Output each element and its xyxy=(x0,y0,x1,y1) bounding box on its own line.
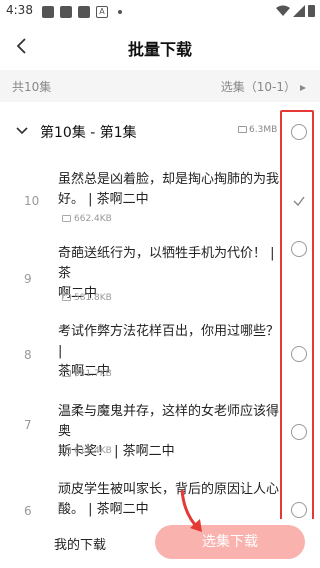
folder-icon xyxy=(62,370,71,377)
folder-icon xyxy=(62,215,71,222)
notification-icon xyxy=(42,6,54,18)
list-item[interactable]: 7 温柔与魔鬼并存，这样的女老师应该得奥 斯卡奖！ | 茶啊二中 612.4KB xyxy=(0,396,320,474)
episode-title-line: 顽皮学生被叫家长，背后的原因让人心 xyxy=(58,482,280,497)
chevron-down-icon[interactable] xyxy=(14,122,30,138)
header: 批量下载 xyxy=(0,24,320,68)
list-item[interactable]: 6 顽皮学生被叫家长，背后的原因让人心 酸。 | 茶啊二中 xyxy=(0,474,320,519)
list-item[interactable]: 9 奇葩送纸行为，以牺牲手机为代价！ | 茶 啊二中 581.8KB xyxy=(0,240,320,318)
battery-icon xyxy=(308,5,315,17)
app-a-icon: A xyxy=(96,6,108,18)
folder-icon xyxy=(238,126,247,133)
episode-size: 612.4KB xyxy=(62,446,112,456)
episode-size: 641.7KB xyxy=(62,369,112,379)
episode-number: 8 xyxy=(24,348,32,362)
episode-title-line: 温柔与魔鬼并存，这样的女老师应该得奥 xyxy=(58,404,280,439)
list-item[interactable]: 8 考试作弊方法花样百出，你用过哪些？ | 茶啊二中 641.7KB xyxy=(0,318,320,396)
annotation-arrow-icon xyxy=(180,489,202,532)
more-notifications-icon xyxy=(118,10,122,14)
season-size-value: 6.3MB xyxy=(249,125,278,135)
season-label: 第10集 - 第1集 xyxy=(40,125,137,141)
episode-title-line: 酸。 | 茶啊二中 xyxy=(58,502,149,517)
folder-icon xyxy=(62,447,71,454)
episode-size-value: 662.4KB xyxy=(74,214,112,224)
episode-title-line: 奇葩送纸行为，以牺牲手机为代价！ | 茶 xyxy=(58,246,275,281)
status-bar: 4:38 A xyxy=(0,0,320,24)
episode-size-value: 641.7KB xyxy=(74,369,112,379)
episode-title-line: 虽然总是凶着脸，却是掏心掏肺的为我 xyxy=(58,172,280,187)
episode-title-line: 好。 | 茶啊二中 xyxy=(58,192,149,207)
episode-size-value: 612.4KB xyxy=(74,446,112,456)
episode-number: 9 xyxy=(24,272,32,286)
episode-title: 顽皮学生被叫家长，背后的原因让人心 酸。 | 茶啊二中 xyxy=(58,480,280,519)
folder-icon xyxy=(62,294,71,301)
episode-summary-bar: 共10集 选集（10-1） xyxy=(0,70,320,102)
notification-icon xyxy=(78,6,90,18)
season-group-row[interactable]: 第10集 - 第1集 6.3MB xyxy=(0,114,320,150)
status-time: 4:38 xyxy=(6,3,33,17)
episode-range-label: 选集（10-1） xyxy=(220,80,296,94)
episode-title-line: 考试作弊方法花样百出，你用过哪些？ | xyxy=(58,324,280,359)
notification-icon xyxy=(60,6,72,18)
episode-range-select[interactable]: 选集（10-1） xyxy=(221,78,306,95)
season-size: 6.3MB xyxy=(238,125,277,135)
episode-number: 6 xyxy=(24,504,32,518)
episode-number: 10 xyxy=(24,194,40,208)
signal-icon xyxy=(293,5,305,17)
selection-column-highlight xyxy=(280,110,314,521)
list-item[interactable]: 10 虽然总是凶着脸，却是掏心掏肺的为我 好。 | 茶啊二中 662.4KB xyxy=(0,162,320,240)
my-downloads-link[interactable]: 我的下载 xyxy=(54,534,106,553)
episode-count: 共10集 xyxy=(12,80,52,94)
episode-title: 虽然总是凶着脸，却是掏心掏肺的为我 好。 | 茶啊二中 xyxy=(58,170,280,210)
episode-size: 581.8KB xyxy=(62,293,112,303)
episode-size-value: 581.8KB xyxy=(74,293,112,303)
bottom-bar: 我的下载 选集下载 xyxy=(0,519,320,568)
episode-number: 7 xyxy=(24,418,32,432)
wifi-icon xyxy=(276,5,290,16)
dropdown-caret-icon xyxy=(300,85,306,91)
page-title: 批量下载 xyxy=(127,40,192,59)
episode-size: 662.4KB xyxy=(62,214,112,224)
